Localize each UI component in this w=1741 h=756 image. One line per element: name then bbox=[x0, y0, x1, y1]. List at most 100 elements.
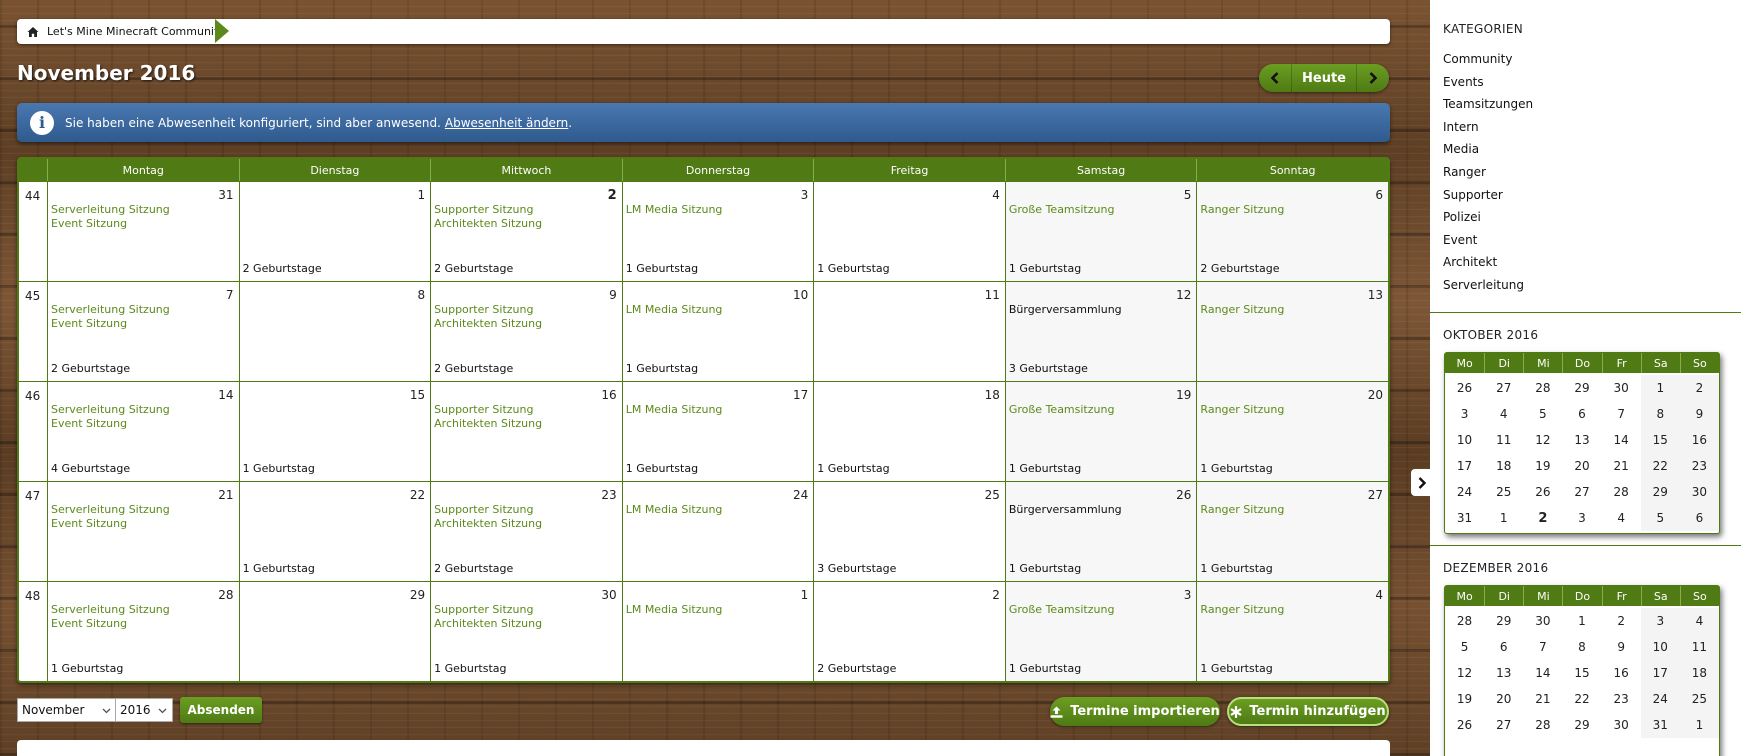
day-cell[interactable]: 28 Serverleitung Sitzung Event Sitzung 1 Ge… bbox=[47, 581, 239, 681]
calendar-event[interactable]: Architekten Sitzung bbox=[434, 617, 542, 631]
day-cell[interactable]: 16 Supporter Sitzung Architekten Sitzung bbox=[430, 381, 622, 481]
week-number[interactable]: 46 bbox=[19, 381, 47, 481]
day-number[interactable]: 24 bbox=[793, 488, 808, 502]
mini-day[interactable]: 4 bbox=[1679, 608, 1719, 634]
birthday-count[interactable]: 1 Geburtstag bbox=[626, 462, 698, 475]
day-number[interactable]: 23 bbox=[601, 488, 616, 502]
day-cell[interactable]: 4 Ranger Sitzung 1 Geburtstag bbox=[1196, 581, 1388, 681]
birthday-count[interactable]: 2 Geburtstage bbox=[434, 362, 513, 375]
mini-day[interactable]: 30 bbox=[1602, 712, 1641, 738]
calendar-event[interactable]: Architekten Sitzung bbox=[434, 317, 542, 331]
day-cell[interactable]: 15 1 Geburtstag bbox=[238, 381, 431, 481]
day-number[interactable]: 16 bbox=[601, 388, 616, 402]
mini-day[interactable]: 29 bbox=[1484, 608, 1523, 634]
today-button[interactable]: Heute bbox=[1291, 64, 1357, 92]
day-cell[interactable]: 11 bbox=[813, 281, 1005, 381]
calendar-event[interactable]: Event Sitzung bbox=[51, 417, 170, 431]
day-cell[interactable]: 31 Serverleitung Sitzung Event Sitzung bbox=[47, 181, 239, 281]
day-number[interactable]: 15 bbox=[410, 388, 425, 402]
mini-day[interactable]: 26 bbox=[1523, 479, 1562, 505]
day-number[interactable]: 21 bbox=[218, 488, 233, 502]
day-number[interactable]: 2 bbox=[608, 188, 617, 203]
day-cell[interactable]: 13 Ranger Sitzung bbox=[1196, 281, 1388, 381]
day-cell[interactable]: 4 1 Geburtstag bbox=[813, 181, 1005, 281]
calendar-event[interactable]: Große Teamsitzung bbox=[1009, 203, 1115, 217]
birthday-count[interactable]: 1 Geburtstag bbox=[434, 662, 506, 675]
mini-day[interactable]: 19 bbox=[1523, 453, 1562, 479]
birthday-count[interactable]: 1 Geburtstag bbox=[1009, 662, 1081, 675]
calendar-event[interactable]: LM Media Sitzung bbox=[626, 403, 723, 417]
category-link[interactable]: Teamsitzungen bbox=[1443, 93, 1533, 116]
birthday-count[interactable]: 2 Geburtstage bbox=[1200, 262, 1279, 275]
mini-day[interactable]: 19 bbox=[1445, 686, 1484, 712]
day-number[interactable]: 6 bbox=[1375, 188, 1383, 202]
mini-day[interactable]: 3 bbox=[1445, 401, 1484, 427]
mini-day[interactable]: 23 bbox=[1679, 453, 1719, 479]
calendar-event[interactable]: Supporter Sitzung bbox=[434, 603, 542, 617]
calendar-event[interactable]: Ranger Sitzung bbox=[1200, 503, 1284, 517]
mini-day[interactable]: 31 bbox=[1640, 712, 1680, 738]
birthday-count[interactable]: 1 Geburtstag bbox=[243, 562, 315, 575]
mini-day[interactable]: 21 bbox=[1523, 686, 1562, 712]
mini-day[interactable]: 25 bbox=[1679, 686, 1719, 712]
day-number[interactable]: 3 bbox=[801, 188, 809, 202]
day-number[interactable]: 25 bbox=[985, 488, 1000, 502]
mini-day[interactable]: 5 bbox=[1445, 634, 1484, 660]
day-number[interactable]: 4 bbox=[992, 188, 1000, 202]
mini-day[interactable]: 25 bbox=[1484, 479, 1523, 505]
mini-day[interactable]: 26 bbox=[1445, 712, 1484, 738]
mini-day[interactable]: 1 bbox=[1484, 505, 1523, 531]
day-cell[interactable]: 24 LM Media Sitzung bbox=[621, 481, 814, 581]
category-link[interactable]: Event bbox=[1443, 229, 1533, 252]
day-number[interactable]: 17 bbox=[793, 388, 808, 402]
mini-day[interactable]: 22 bbox=[1562, 686, 1601, 712]
mini-day[interactable]: 28 bbox=[1523, 712, 1562, 738]
mini-day[interactable]: 8 bbox=[1562, 634, 1601, 660]
birthday-count[interactable]: 1 Geburtstag bbox=[817, 462, 889, 475]
day-number[interactable]: 8 bbox=[418, 288, 426, 302]
week-number[interactable]: 44 bbox=[19, 181, 47, 281]
import-events-button[interactable]: Termine importieren bbox=[1050, 697, 1220, 726]
calendar-event[interactable]: Event Sitzung bbox=[51, 317, 170, 331]
category-link[interactable]: Polizei bbox=[1443, 206, 1533, 229]
mini-day[interactable]: 8 bbox=[1640, 401, 1680, 427]
mini-day[interactable]: 2 bbox=[1523, 505, 1562, 531]
mini-day[interactable]: 26 bbox=[1445, 375, 1484, 401]
day-number[interactable]: 26 bbox=[1176, 488, 1191, 502]
month-select[interactable]: November bbox=[17, 698, 117, 722]
birthday-count[interactable]: 4 Geburtstage bbox=[51, 462, 130, 475]
birthday-count[interactable]: 1 Geburtstag bbox=[1200, 462, 1272, 475]
mini-day[interactable]: 4 bbox=[1484, 401, 1523, 427]
calendar-event[interactable]: Serverleitung Sitzung bbox=[51, 603, 170, 617]
calendar-event[interactable]: Ranger Sitzung bbox=[1200, 403, 1284, 417]
mini-day[interactable]: 7 bbox=[1523, 634, 1562, 660]
mini-day[interactable]: 14 bbox=[1523, 660, 1562, 686]
add-event-button[interactable]: Termin hinzufügen bbox=[1227, 697, 1389, 726]
day-number[interactable]: 19 bbox=[1176, 388, 1191, 402]
calendar-event[interactable]: Serverleitung Sitzung bbox=[51, 503, 170, 517]
mini-day[interactable]: 24 bbox=[1640, 686, 1680, 712]
mini-day[interactable]: 5 bbox=[1640, 505, 1680, 531]
year-select[interactable]: 2016 bbox=[115, 698, 173, 722]
day-cell[interactable]: 1 2 Geburtstage bbox=[238, 181, 431, 281]
mini-day[interactable]: 17 bbox=[1445, 453, 1484, 479]
mini-day[interactable]: 7 bbox=[1602, 401, 1641, 427]
day-cell[interactable]: 3 Große Teamsitzung 1 Geburtstag bbox=[1004, 581, 1197, 681]
day-cell[interactable]: 29 bbox=[238, 581, 431, 681]
calendar-event[interactable]: Architekten Sitzung bbox=[434, 217, 542, 231]
day-cell[interactable]: 17 LM Media Sitzung 1 Geburtstag bbox=[621, 381, 814, 481]
birthday-count[interactable]: 1 Geburtstag bbox=[817, 262, 889, 275]
category-link[interactable]: Supporter bbox=[1443, 184, 1533, 207]
mini-day[interactable]: 29 bbox=[1562, 712, 1601, 738]
mini-day[interactable]: 13 bbox=[1484, 660, 1523, 686]
mini-day[interactable]: 18 bbox=[1484, 453, 1523, 479]
mini-day[interactable]: 27 bbox=[1484, 375, 1523, 401]
calendar-event[interactable]: Serverleitung Sitzung bbox=[51, 303, 170, 317]
day-cell[interactable]: 3 LM Media Sitzung 1 Geburtstag bbox=[621, 181, 814, 281]
mini-day[interactable]: 27 bbox=[1484, 712, 1523, 738]
birthday-count[interactable]: 1 Geburtstag bbox=[626, 362, 698, 375]
day-cell[interactable]: 14 Serverleitung Sitzung Event Sitzung 4 Ge… bbox=[47, 381, 239, 481]
mini-day[interactable]: 23 bbox=[1602, 686, 1641, 712]
birthday-count[interactable]: 2 Geburtstage bbox=[817, 662, 896, 675]
birthday-count[interactable]: 1 Geburtstag bbox=[1009, 462, 1081, 475]
